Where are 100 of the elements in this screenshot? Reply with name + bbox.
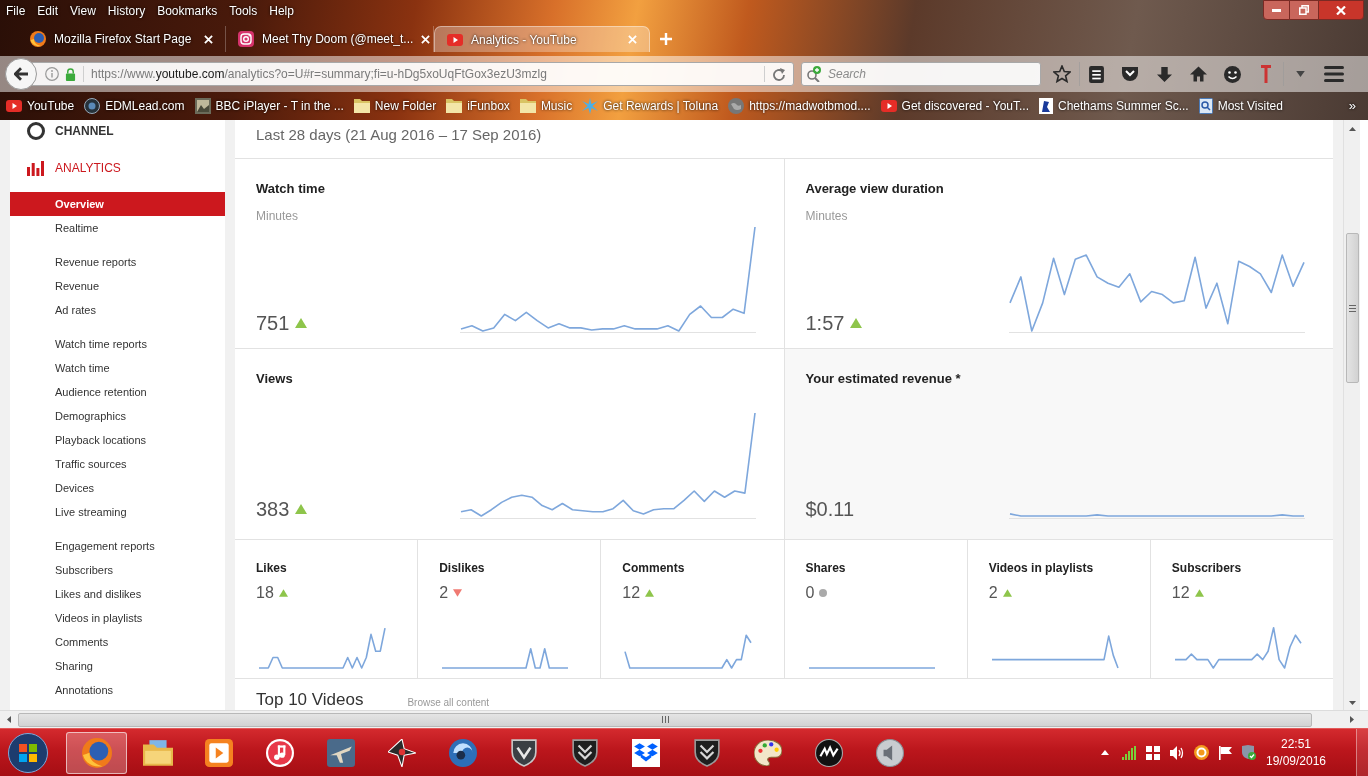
menu-item[interactable]: Edit [37,5,59,17]
swirl-icon [448,738,477,767]
caret-right-icon[interactable] [1349,716,1354,723]
triangle-up-icon [1002,589,1012,597]
arrow-left-icon [14,67,28,81]
browser-tab[interactable]: Mozilla Firefox Start Page [18,26,226,52]
ring-icon[interactable] [1193,745,1209,760]
sidebar-item[interactable]: Demographics [10,404,225,428]
menu-item[interactable]: View [70,5,96,17]
restore-icon [1299,5,1309,15]
bookmark-item[interactable]: EDMLead.com [81,95,188,117]
disc-icon [814,738,843,767]
sidebar-item[interactable]: Subscribers [10,558,225,582]
sidebar-item[interactable]: Videos in playlists [10,606,225,630]
bookmark-item[interactable]: iFunbox [443,95,513,117]
search-field[interactable]: Search [801,62,1041,86]
card-title: Dislikes [439,561,485,575]
sidebar-item[interactable]: CHANNEL [10,120,114,142]
overflow-chevron[interactable]: » [1348,96,1356,116]
page-magnifier-icon [1198,98,1213,114]
triangle-up-icon [1194,589,1204,597]
menu-item[interactable]: Help [269,5,294,17]
bookmark-item[interactable]: Chethams Summer Sc... [1036,95,1192,117]
minimize-button[interactable] [1263,0,1290,20]
sidebar-item[interactable]: Annotations [10,678,225,702]
bookmark-item[interactable]: YouTube [3,95,78,117]
menu-item[interactable]: History [107,5,146,17]
sidebar-item[interactable]: Live streaming [10,500,225,524]
grip-icon [661,716,669,723]
download-icon[interactable] [1156,66,1172,82]
menu-item[interactable]: Bookmarks [157,5,218,17]
home-icon[interactable] [1189,66,1207,82]
sidebar-item[interactable]: Traffic sources [10,452,225,476]
sidebar-item[interactable]: Comments [10,630,225,654]
reload-icon[interactable] [773,67,785,81]
close-icon[interactable] [421,34,431,44]
sidebar-item[interactable]: Devices [10,476,225,500]
caret-left-icon[interactable] [6,716,11,723]
scrollbar-thumb[interactable] [1345,233,1359,383]
sidebar-item[interactable]: Likes and dislikes [10,582,225,606]
grip-icon [1348,304,1356,312]
sidebar-item[interactable]: Watch time [10,356,225,380]
address-field[interactable]: https://www.youtube.com/analytics?o=U#r=summary;fi=u-hDg5xoUqFtGox3ezU3mzlg [32,62,794,86]
flag-icon[interactable] [1218,745,1232,760]
sidebar-item[interactable]: Ad rates [10,298,225,322]
sidebar-item[interactable]: Overview [10,192,225,216]
sidebar-item[interactable]: Engagement reports [10,534,225,558]
card-title: Shares [805,561,846,575]
signal-bars-icon[interactable] [1122,745,1136,760]
scrollbar-thumb[interactable] [18,712,1312,727]
metric-value: 18 [256,585,274,601]
burst-icon [582,98,599,114]
bookmark-item[interactable]: Get discovered - YouT... [877,95,1032,117]
card-title: Average view duration [805,180,944,198]
bookmark-item[interactable]: BBC iPlayer - T in the ... [191,95,347,117]
start-orb-icon[interactable] [8,732,48,773]
diamond-tile-icon [631,738,660,767]
triangle-up-icon [278,589,288,597]
globe-icon [728,98,745,114]
section-title: Top 10 Videos [256,691,364,708]
jet-icon [387,738,416,767]
sidebar-item[interactable]: Audience retention [10,380,225,404]
ring-icon [27,122,45,140]
clock-date[interactable]: 19/09/2016 [1265,752,1327,770]
dot-icon [819,589,828,597]
bookmark-item[interactable]: https://madwotbmod.... [725,95,874,117]
shield-check-icon[interactable] [1242,745,1256,760]
caret-up-icon[interactable] [1348,127,1356,131]
caret-down-icon[interactable] [1348,701,1356,705]
card-title: Your estimated revenue * [805,370,961,388]
sidebar-item[interactable]: ANALYTICS [10,158,121,178]
clock-time[interactable]: 22:51 [1281,735,1311,753]
bookmark-item[interactable]: New Folder [350,95,440,117]
triangle-down-icon [453,589,463,597]
bookmark-item[interactable]: Most Visited [1195,95,1286,117]
sidebar-item[interactable]: Realtime [10,216,225,240]
card-title: Views [256,370,293,388]
close-button[interactable] [1318,0,1364,20]
caret-up-icon[interactable] [1101,750,1109,755]
smiley-icon[interactable] [1223,65,1241,83]
folder-icon [142,739,173,766]
browser-tab[interactable]: Meet Thy Doom (@meet_t... [226,26,434,52]
caret-down-icon[interactable] [1296,71,1305,77]
sidebar-item[interactable]: Watch time reports [10,332,225,356]
four-squares-icon[interactable] [1146,745,1160,760]
sidebar-item[interactable]: Revenue reports [10,250,225,274]
menu-item[interactable]: File [6,5,26,17]
metric-value: 2 [988,585,998,601]
menu-item[interactable]: Tools [229,5,258,17]
menu-icon[interactable] [1324,66,1344,82]
restore-button[interactable] [1290,0,1318,20]
sidebar-item[interactable]: Playback locations [10,428,225,452]
star-icon[interactable] [1053,65,1071,83]
show-desktop-button[interactable] [1356,729,1368,776]
plus-icon[interactable] [660,33,672,45]
close-icon[interactable] [204,34,213,44]
triangle-up-icon [295,317,308,328]
sidebar-item[interactable]: Sharing [10,654,225,678]
volume-icon[interactable] [1169,745,1185,760]
sidebar-item[interactable]: Revenue [10,274,225,298]
